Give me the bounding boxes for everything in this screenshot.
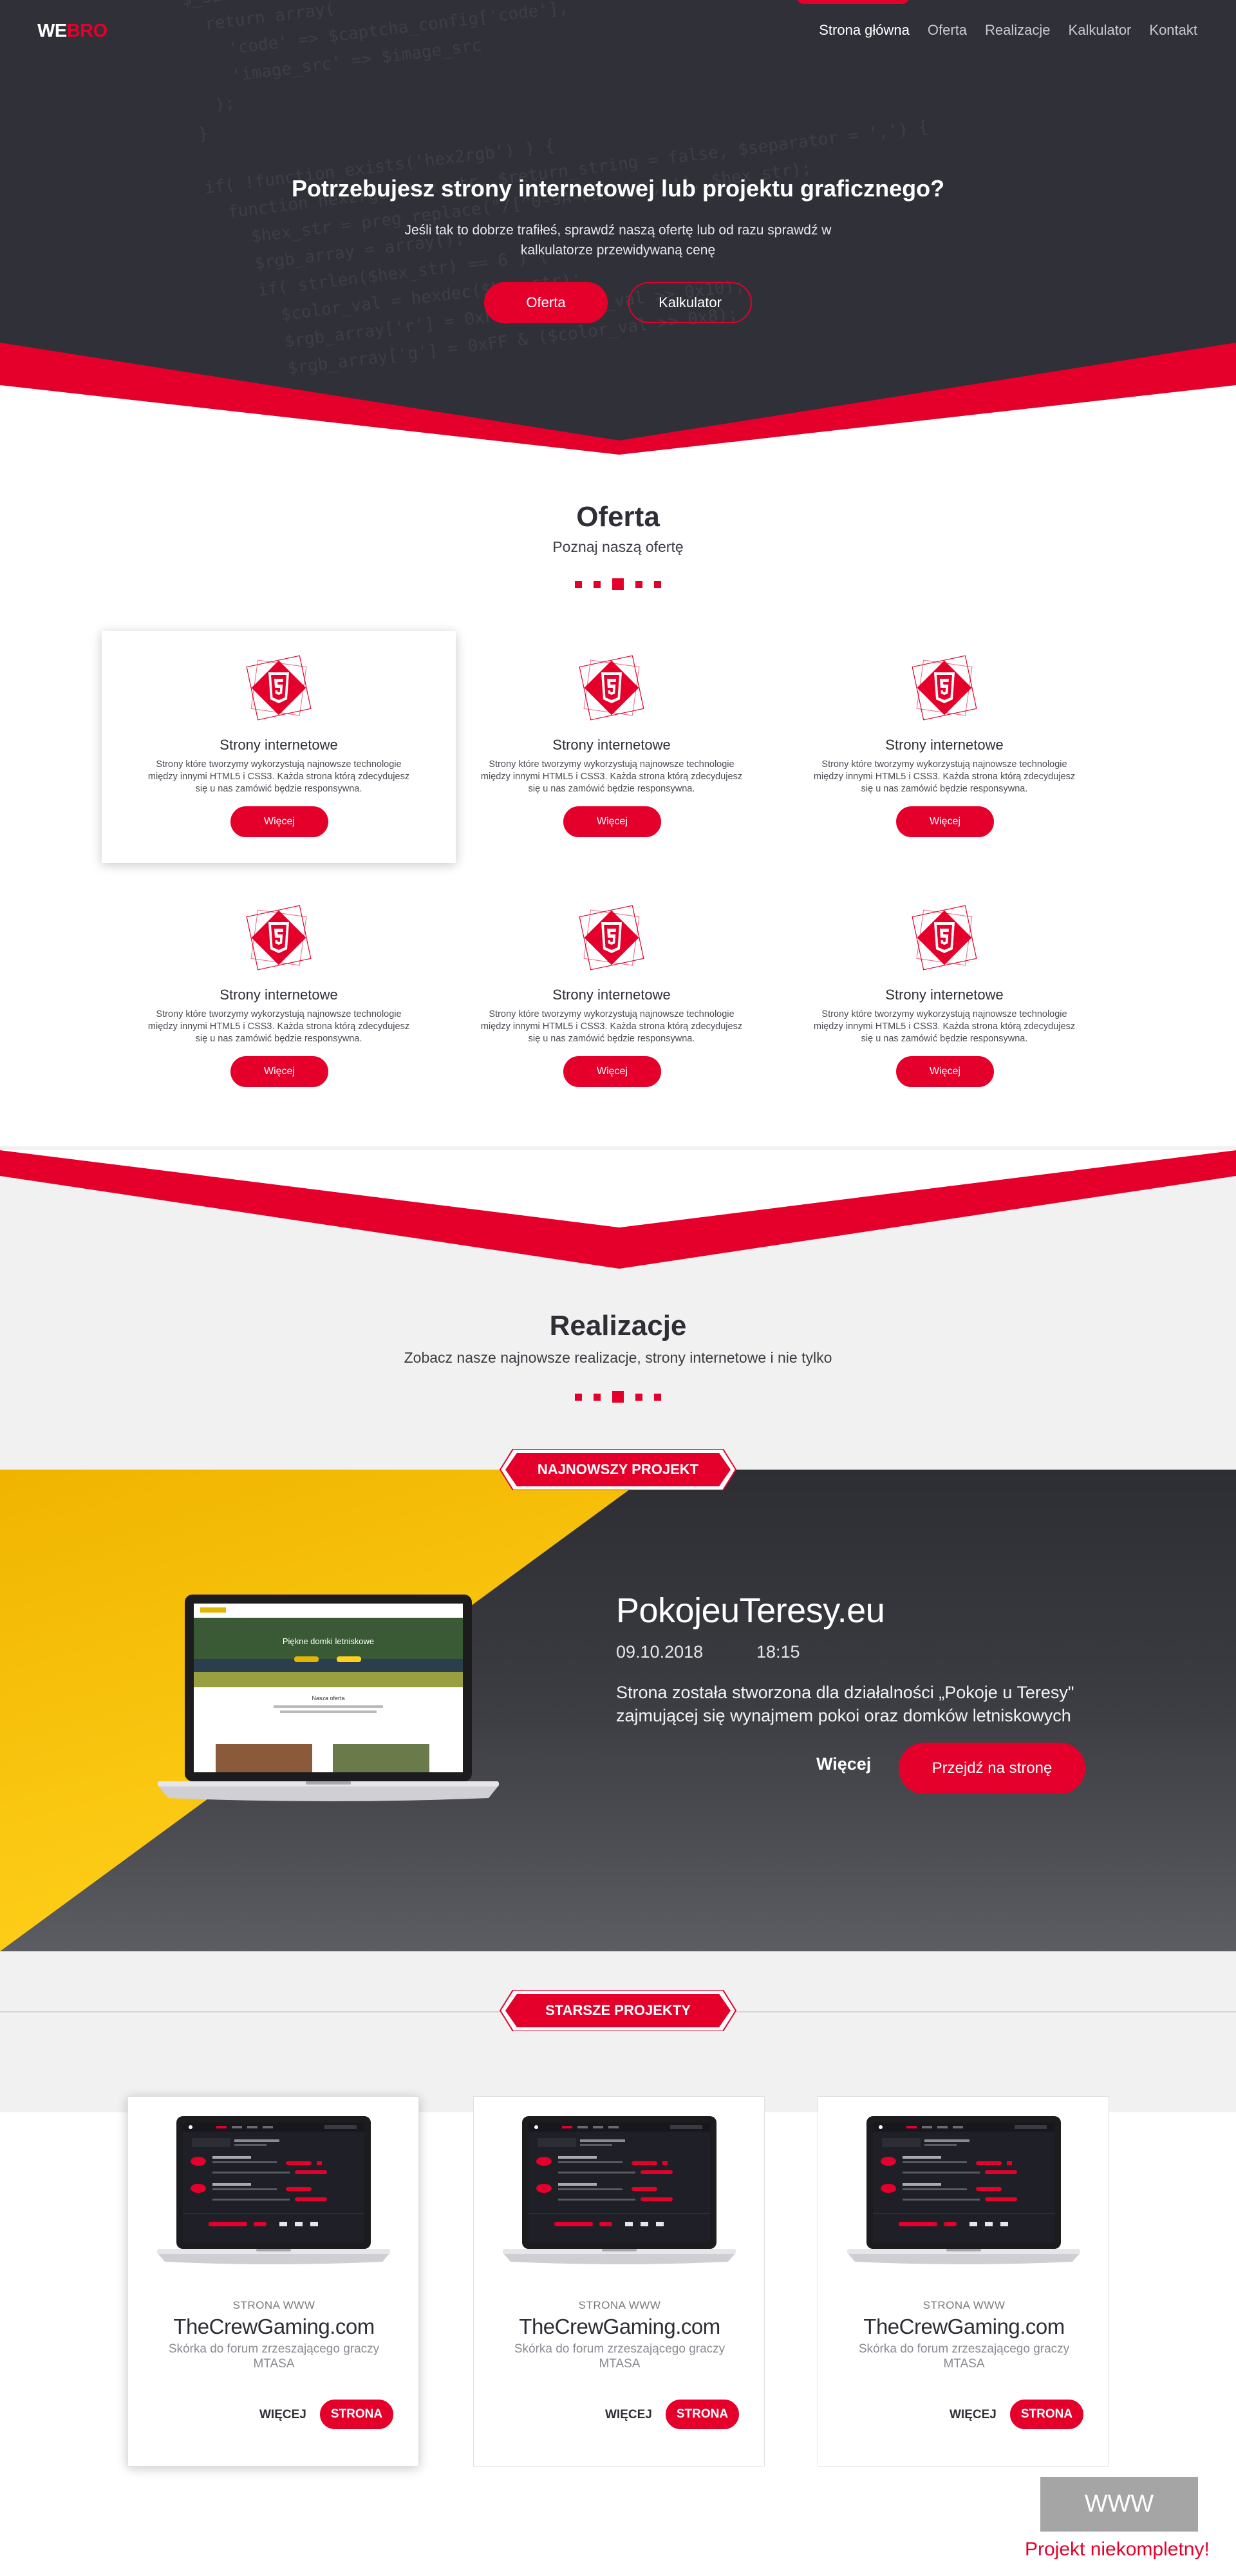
offer-description: Strony które tworzymy wykorzystują najno… [480,759,743,794]
offer-description: Strony które tworzymy wykorzystują najno… [147,759,410,794]
oferta-title: Oferta [576,501,660,533]
nav-active-indicator [797,0,909,4]
project-more-link[interactable]: WIĘCEJ [605,2408,652,2422]
featured-date: 09.10.2018 [616,1642,704,1662]
offer-more-button[interactable]: Więcej [563,1056,661,1087]
nav-item-oferta[interactable]: Oferta [928,22,967,39]
starsze-projekty-ribbon: STARSZE PROJEKTY [491,1990,745,2031]
offer-description: Strony które tworzymy wykorzystują najno… [480,1009,743,1044]
offer-card: Strony internetowe Strony które tworzymy… [102,881,456,1113]
project-more-link[interactable]: WIĘCEJ [259,2408,306,2422]
project-laptop-mockup [157,2116,390,2287]
nav-links: Strona główna Oferta Realizacje Kalkulat… [819,22,1197,39]
html5-icon [573,899,650,976]
screen-section: Nasza oferta [312,1695,344,1701]
nav-item-realizacje[interactable]: Realizacje [985,22,1051,39]
project-description: Skórka do forum zrzeszającego graczy MTA… [514,2342,726,2371]
hero-subtitle: Jeśli tak to dobrze trafiłeś, sprawdź na… [404,223,832,258]
featured-time: 18:15 [756,1642,800,1662]
project-laptop-mockup [503,2116,736,2287]
offer-more-button[interactable]: Więcej [896,1056,994,1087]
www-badge: WWW [1040,2477,1198,2532]
hero-buttons: Oferta Kalkulator [0,282,1236,323]
kalkulator-button[interactable]: Kalkulator [628,282,752,323]
najnowszy-projekt-label: NAJNOWSZY PROJEKT [537,1461,699,1477]
offer-title: Strony internetowe [552,737,671,753]
project-more-link[interactable]: WIĘCEJ [950,2408,997,2422]
logo-text-bro: BRO [66,21,108,41]
offer-description: Strony które tworzymy wykorzystują najno… [813,759,1076,794]
offer-title: Strony internetowe [220,737,338,753]
offer-title: Strony internetowe [885,737,1004,753]
project-category: STRONA WWW [922,2299,1006,2311]
html5-icon [906,899,983,976]
logo-text-we: WE [37,21,67,41]
hero-section: $_SESSION['_CAPTCHA']['config'] = serial… [0,0,1236,464]
project-card: STRONA WWW TheCrewGaming.com Skórka do f… [127,2096,419,2467]
project-description: Skórka do forum zrzeszającego graczy MTA… [858,2342,1070,2371]
offer-more-button[interactable]: Więcej [230,806,328,837]
offer-card: Strony internetowe Strony które tworzymy… [102,631,456,863]
oferta-button[interactable]: Oferta [484,282,608,323]
project-card: STRONA WWW TheCrewGaming.com Skórka do f… [818,2096,1109,2467]
top-nav: WEBRO Strona główna Oferta Realizacje Ka… [0,0,1236,64]
offer-description: Strony które tworzymy wykorzystują najno… [147,1009,410,1044]
screen-heading: Piękne domki letniskowe [283,1636,374,1646]
nav-item-kalkulator[interactable]: Kalkulator [1069,22,1132,39]
featured-more-link[interactable]: Więcej [816,1754,871,1774]
offer-description: Strony które tworzymy wykorzystują najno… [813,1009,1076,1044]
offer-more-button[interactable]: Więcej [563,806,661,837]
html5-icon [573,649,650,726]
featured-laptop-mockup: Piękne domki letniskowe Nasza oferta [158,1595,499,1801]
project-site-button[interactable]: STRONA [320,2400,393,2429]
offer-more-button[interactable]: Więcej [896,806,994,837]
logo[interactable]: WEBRO [37,21,108,42]
html5-icon [240,899,317,976]
realizacje-title: Realizacje [549,1310,687,1341]
oferta-divider-dots [0,578,1236,590]
html5-icon [240,649,317,726]
project-category: STRONA WWW [578,2299,661,2311]
offer-more-button[interactable]: Więcej [230,1056,328,1087]
project-title: TheCrewGaming.com [863,2315,1065,2338]
project-title: TheCrewGaming.com [173,2315,375,2338]
offer-card: Strony internetowe Strony które tworzymy… [767,631,1121,863]
project-category: STRONA WWW [232,2299,315,2311]
nav-item-kontakt[interactable]: Kontakt [1149,22,1197,39]
starsze-projekty-label: STARSZE PROJEKTY [545,2002,691,2018]
oferta-subtitle: Poznaj naszą ofertę [552,538,684,555]
realizacje-divider-dots [0,1391,1236,1403]
offer-card: Strony internetowe Strony które tworzymy… [767,881,1121,1113]
project-description: Skórka do forum zrzeszającego graczy MTA… [168,2342,380,2371]
realizacje-red-chevron [0,1150,1236,1269]
project-laptop-mockup [847,2116,1080,2287]
project-card: STRONA WWW TheCrewGaming.com Skórka do f… [473,2096,765,2467]
featured-description: Strona została stworzona dla działalnośc… [616,1683,1074,1725]
featured-title: PokojeuTeresy.eu [616,1591,885,1630]
project-site-button[interactable]: STRONA [1010,2400,1083,2429]
najnowszy-projekt-ribbon: NAJNOWSZY PROJEKT [491,1449,745,1490]
hero-title: Potrzebujesz strony internetowej lub pro… [291,175,945,202]
offer-title: Strony internetowe [552,987,671,1003]
html5-icon [906,649,983,726]
project-site-button[interactable]: STRONA [666,2400,739,2429]
offer-title: Strony internetowe [885,987,1004,1003]
project-title: TheCrewGaming.com [519,2315,720,2338]
featured-visit-button[interactable]: Przejdź na stronę [899,1743,1085,1794]
realizacje-subtitle: Zobacz nasze najnowsze realizacje, stron… [404,1349,832,1366]
incomplete-note: Projekt niekompletny! [1025,2539,1210,2560]
offer-card: Strony internetowe Strony które tworzymy… [435,631,789,863]
offer-title: Strony internetowe [220,987,338,1003]
nav-item-home[interactable]: Strona główna [819,22,910,39]
offer-card: Strony internetowe Strony które tworzymy… [435,881,789,1113]
